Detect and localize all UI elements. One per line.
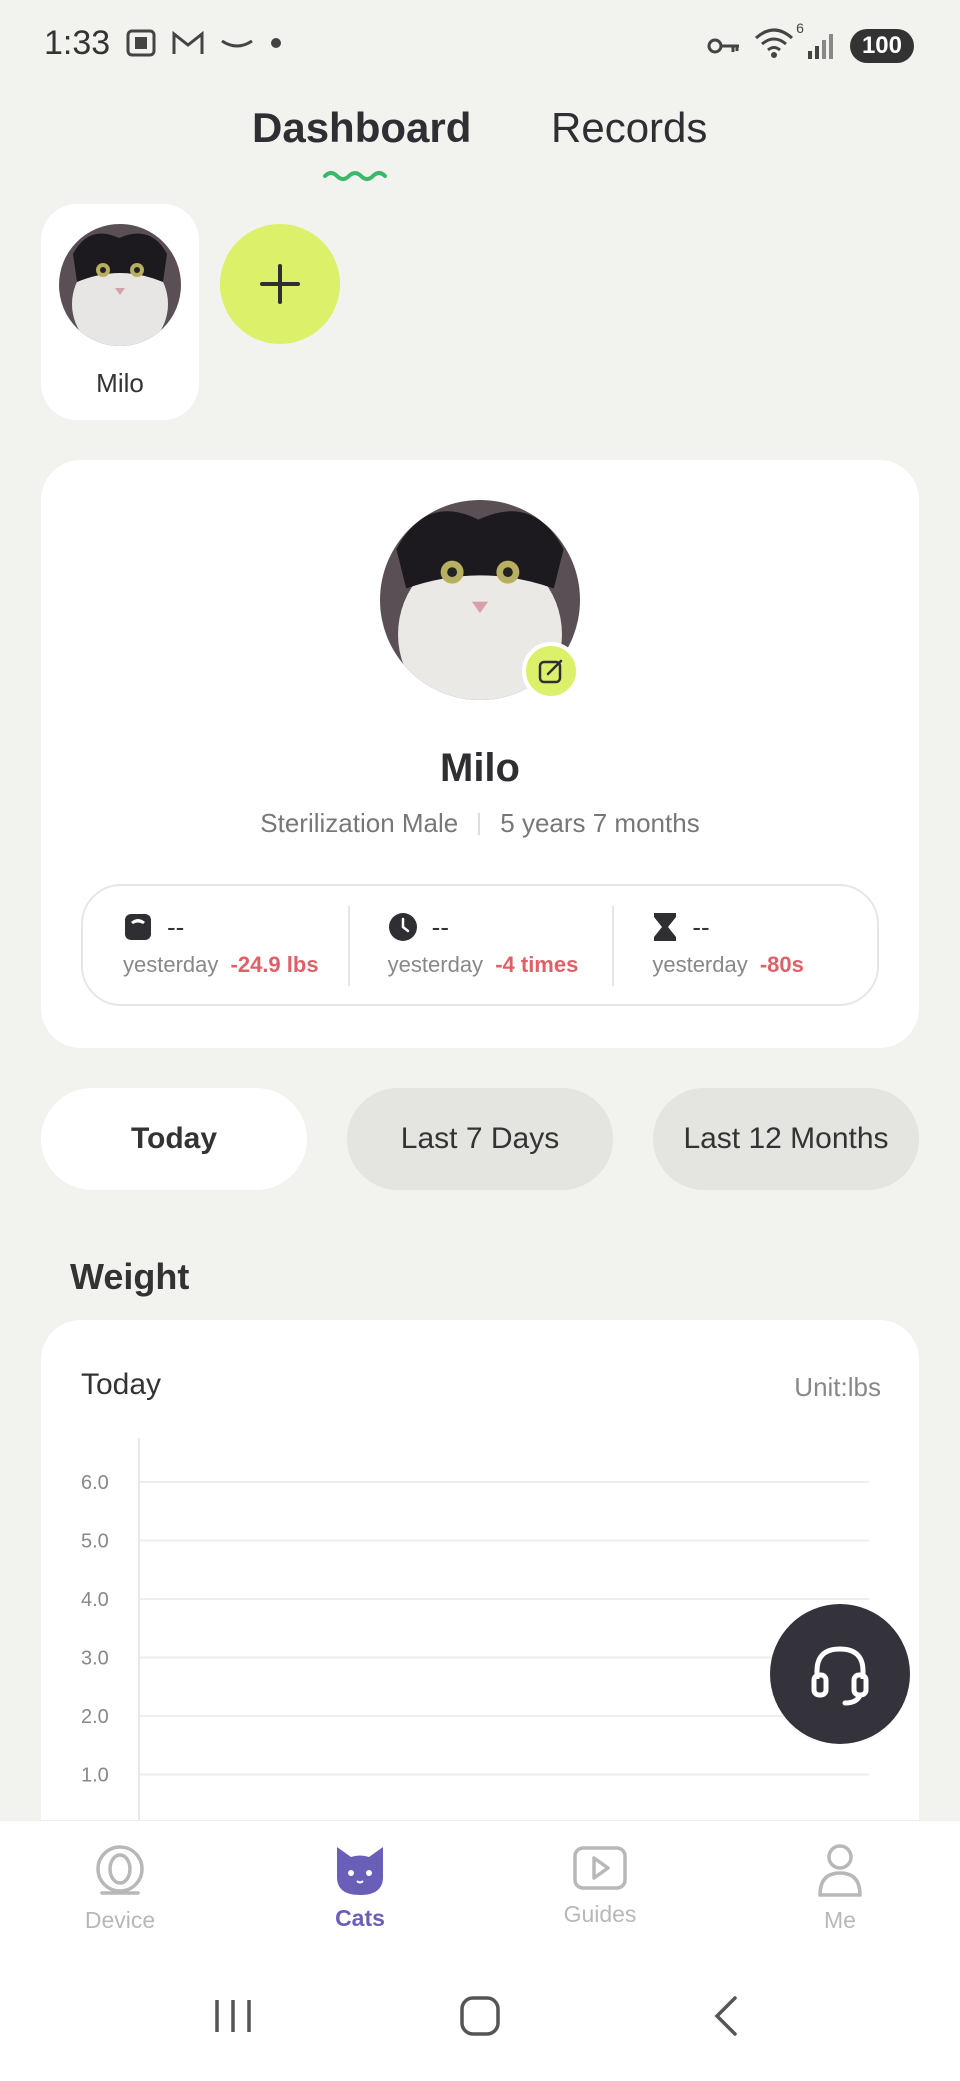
scale-icon xyxy=(125,914,151,940)
profile-status: Sterilization Male xyxy=(260,808,459,838)
key-icon xyxy=(707,38,739,53)
dot-icon xyxy=(271,38,281,48)
signal-icon xyxy=(807,33,833,59)
nav-me[interactable]: Me xyxy=(720,1821,960,1950)
bottom-nav: Device Cats Guides Me xyxy=(0,1820,960,1950)
gmail-icon xyxy=(172,30,204,54)
profile-age: 5 years 7 months xyxy=(500,808,700,838)
home-icon[interactable] xyxy=(458,1994,502,2038)
cat-chip-milo[interactable]: Milo xyxy=(41,204,199,420)
range-today[interactable]: Today xyxy=(41,1088,307,1190)
system-nav-bar xyxy=(0,1950,960,2081)
plus-icon xyxy=(260,264,300,304)
nav-guides[interactable]: Guides xyxy=(480,1821,720,1950)
subtitle-divider xyxy=(478,812,481,835)
status-right-icons: 6 100 xyxy=(706,20,914,63)
tab-active-indicator xyxy=(323,171,387,181)
play-icon xyxy=(573,1846,627,1890)
wifi-wrap: 6 xyxy=(754,20,804,63)
cat-chip-name: Milo xyxy=(96,368,144,398)
stat-duration-label: yesterday xyxy=(652,952,748,977)
cat-photo xyxy=(59,224,181,346)
chart-y-tick-label: 6.0 xyxy=(81,1472,109,1494)
range-last-12-months[interactable]: Last 12 Months xyxy=(653,1088,919,1190)
profile-name: Milo xyxy=(440,746,520,790)
chart-y-tick-label: 1.0 xyxy=(81,1765,109,1787)
chart-y-tick-label: 5.0 xyxy=(81,1531,109,1553)
profile-subtitle: Sterilization Male 5 years 7 months xyxy=(41,808,919,839)
clock-icon xyxy=(388,913,417,941)
stat-weight: -- yesterday -24.9 lbs xyxy=(83,886,348,1004)
nav-cats-label: Cats xyxy=(335,1905,385,1931)
edit-icon xyxy=(538,659,563,684)
headset-icon xyxy=(811,1646,869,1706)
stat-duration-value: -- xyxy=(692,911,710,942)
tab-records[interactable]: Records xyxy=(551,104,707,152)
stat-duration: -- yesterday -80s xyxy=(612,886,877,1004)
status-time: 1:33 xyxy=(44,24,111,62)
stat-visits-delta: -4 times xyxy=(495,952,579,977)
nav-device-label: Device xyxy=(84,1907,156,1933)
amazon-icon xyxy=(221,39,253,48)
screenshot-icon xyxy=(126,29,156,57)
device-icon xyxy=(96,1845,144,1895)
range-last-7-days[interactable]: Last 7 Days xyxy=(347,1088,613,1190)
stat-duration-delta: -80s xyxy=(759,952,804,977)
cat-icon xyxy=(337,1847,383,1895)
person-icon xyxy=(818,1844,862,1897)
wifi-icon xyxy=(754,28,793,58)
chart-y-tick-label: 2.0 xyxy=(81,1706,109,1728)
battery-indicator: 100 xyxy=(849,28,914,63)
profile-card: Milo Sterilization Male 5 years 7 months… xyxy=(41,460,919,1048)
add-cat-button[interactable] xyxy=(220,224,340,344)
chart-y-tick-label: 4.0 xyxy=(81,1589,109,1611)
stat-weight-value: -- xyxy=(167,911,185,942)
edit-profile-button[interactable] xyxy=(522,642,580,700)
tab-dashboard[interactable]: Dashboard xyxy=(252,104,471,152)
chart-y-tick-label: 3.0 xyxy=(81,1648,109,1670)
customer-support-button[interactable] xyxy=(770,1604,910,1744)
nav-device[interactable]: Device xyxy=(0,1821,240,1950)
stat-weight-label: yesterday xyxy=(123,952,219,977)
stat-weight-delta: -24.9 lbs xyxy=(230,952,319,977)
stat-visits-value: -- xyxy=(431,911,449,942)
nav-cats[interactable]: Cats xyxy=(240,1821,480,1950)
stat-visits: -- yesterday -4 times xyxy=(347,886,613,1004)
weight-section-title: Weight xyxy=(70,1256,190,1297)
status-left-icons xyxy=(125,28,283,58)
cat-avatar xyxy=(59,224,181,346)
wifi-badge: 6 xyxy=(796,20,804,36)
stat-visits-label: yesterday xyxy=(387,952,484,977)
stats-summary: -- yesterday -24.9 lbs -- yesterday -4 t… xyxy=(81,884,879,1006)
recent-apps-icon[interactable] xyxy=(211,1996,255,2036)
nav-me-label: Me xyxy=(824,1907,856,1933)
back-icon[interactable] xyxy=(705,1994,749,2038)
hourglass-icon xyxy=(654,913,677,941)
nav-guides-label: Guides xyxy=(563,1901,637,1927)
